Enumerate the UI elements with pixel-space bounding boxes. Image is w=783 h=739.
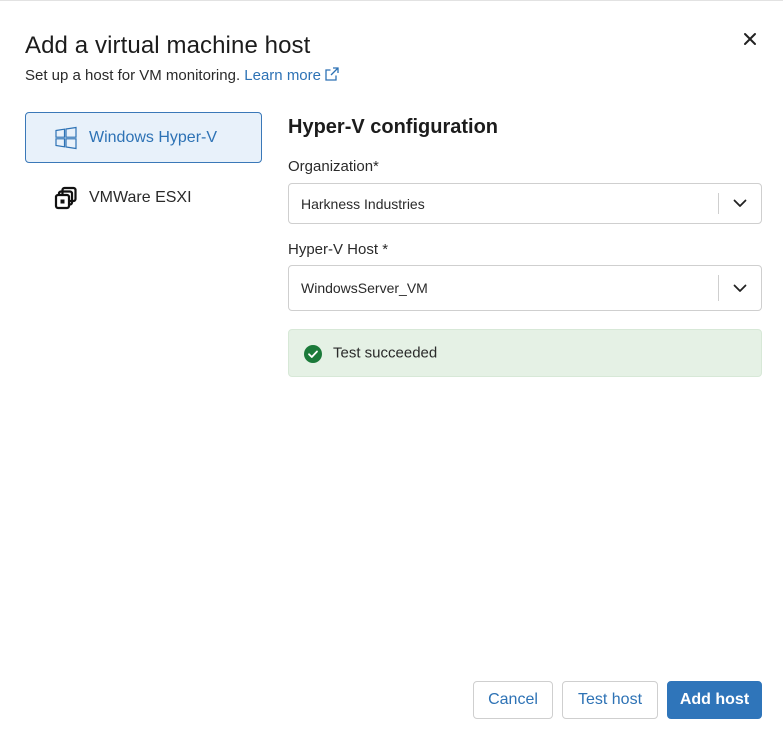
hyper-v-host-label: Hyper-V Host *	[288, 241, 389, 258]
select-divider	[718, 275, 719, 301]
add-vm-host-dialog: Add a virtual machine host Set up a host…	[0, 0, 783, 739]
select-divider	[718, 193, 719, 214]
close-icon	[743, 32, 757, 51]
test-host-button[interactable]: Test host	[562, 681, 658, 719]
sidebar-item-label: VMWare ESXI	[89, 188, 192, 206]
hyper-v-host-value: WindowsServer_VM	[301, 280, 428, 296]
windows-icon	[54, 126, 78, 150]
dialog-subtitle: Set up a host for VM monitoring. Learn m…	[25, 66, 340, 86]
organization-value: Harkness Industries	[301, 195, 425, 212]
organization-label: Organization*	[288, 158, 379, 175]
chevron-down-icon[interactable]	[731, 279, 749, 297]
sidebar-item-vmware-esxi[interactable]: VMWare ESXI	[25, 172, 262, 223]
test-status-alert: Test succeeded	[288, 329, 762, 377]
check-circle-icon	[304, 345, 322, 363]
learn-more-label: Learn more	[244, 67, 321, 84]
vmware-icon	[54, 186, 78, 210]
sidebar-item-windows-hyper-v[interactable]: Windows Hyper-V	[25, 112, 262, 163]
add-host-button[interactable]: Add host	[667, 681, 762, 719]
learn-more-link[interactable]: Learn more	[244, 67, 340, 84]
external-link-icon	[324, 66, 340, 86]
dialog-title: Add a virtual machine host	[25, 32, 311, 59]
section-title: Hyper-V configuration	[288, 116, 499, 138]
organization-select[interactable]: Harkness Industries	[288, 183, 762, 224]
sidebar-item-label: Windows Hyper-V	[89, 128, 218, 146]
hyper-v-host-select[interactable]: WindowsServer_VM	[288, 265, 762, 311]
subtitle-text: Set up a host for VM monitoring.	[25, 67, 241, 84]
test-status-message: Test succeeded	[333, 344, 438, 362]
close-button[interactable]	[738, 29, 762, 53]
cancel-button[interactable]: Cancel	[473, 681, 553, 719]
chevron-down-icon[interactable]	[731, 195, 749, 213]
